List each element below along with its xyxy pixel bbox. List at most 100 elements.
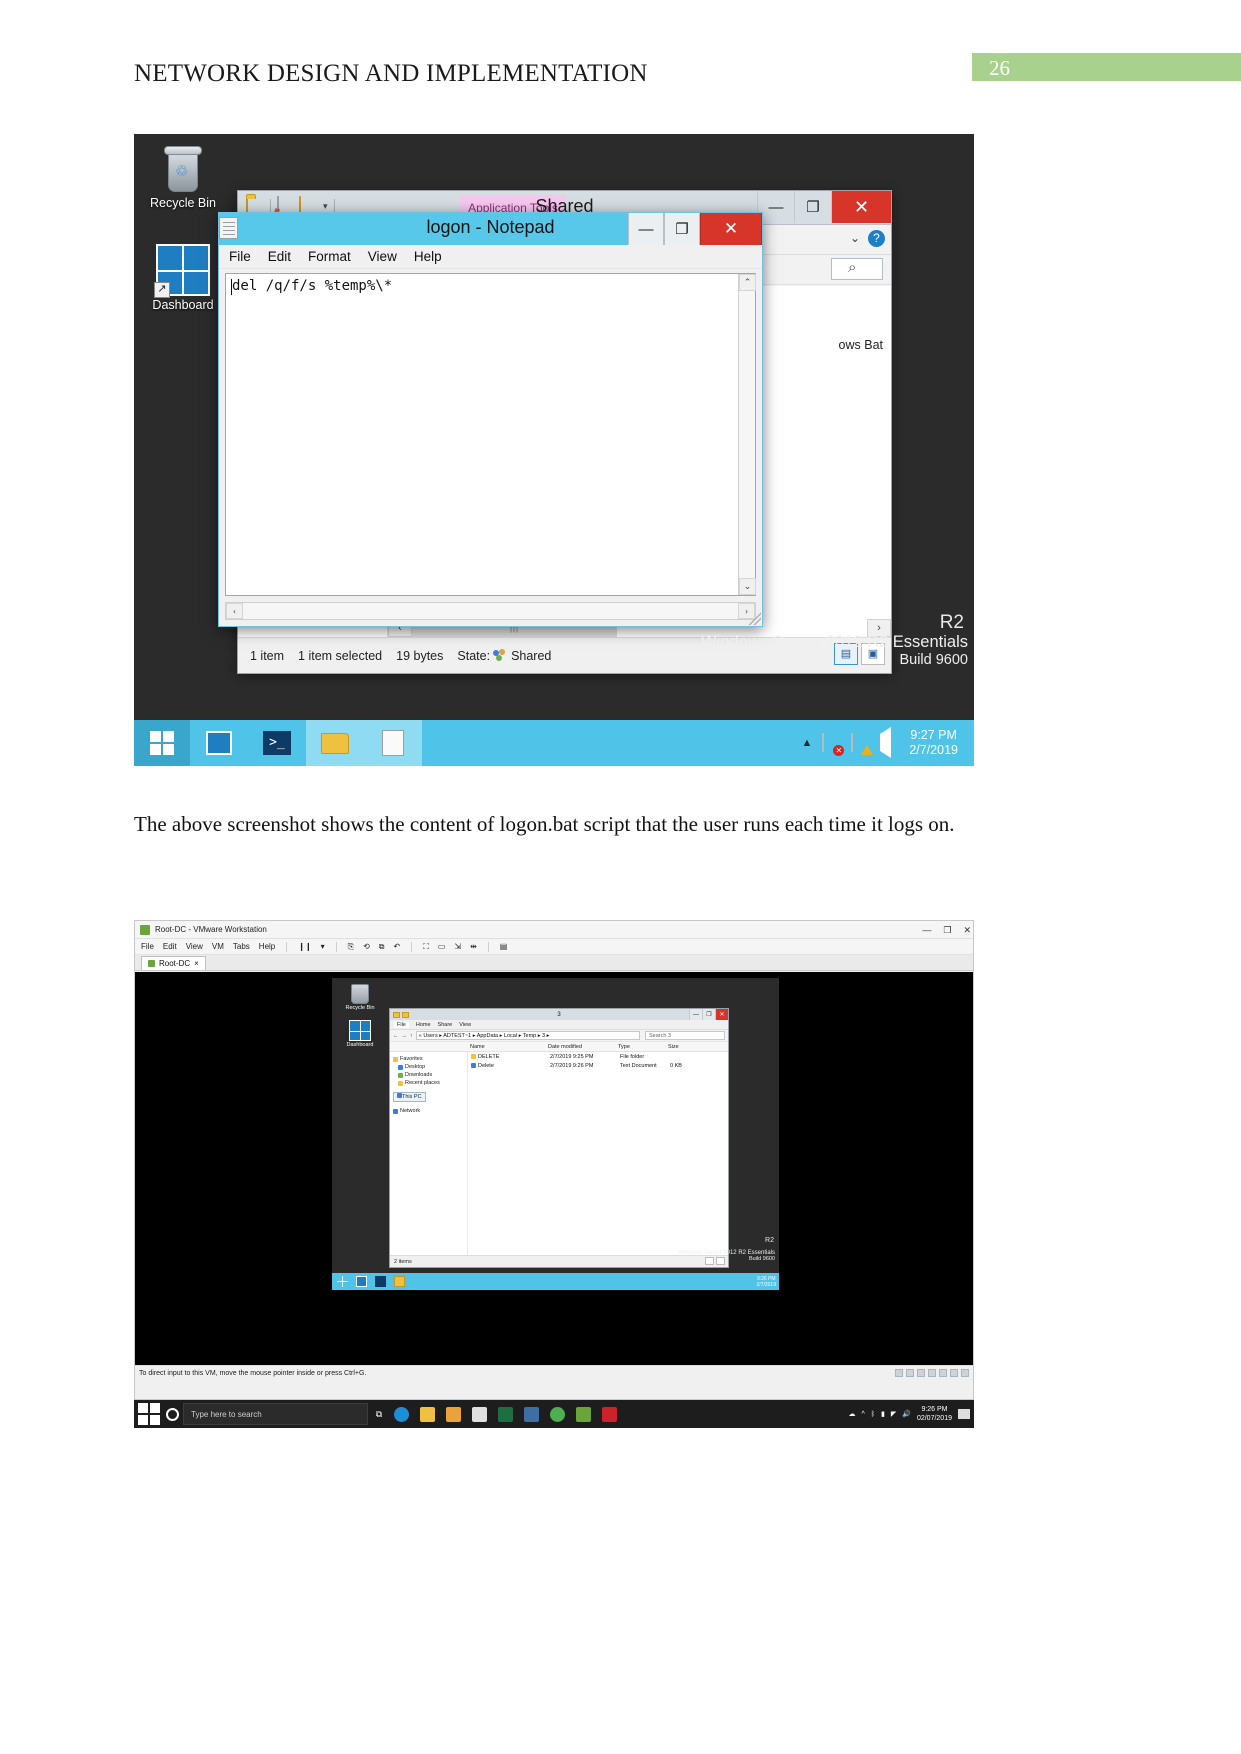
guest-desktop-icon-dashboard[interactable]: Dashboard <box>338 1020 382 1048</box>
menu-help[interactable]: Help <box>259 942 275 951</box>
vmware-menu-bar[interactable]: File Edit View VM Tabs Help ❙❙ ▾ ⎘ ⟲ ⧉ ↶… <box>135 939 973 955</box>
show-hidden-icons-button[interactable]: ^ <box>861 1411 864 1418</box>
desktop-icon-recycle-bin[interactable]: ♲ Recycle Bin <box>140 144 226 210</box>
close-button[interactable]: ✕ <box>963 925 971 936</box>
minimize-button[interactable]: — <box>922 925 931 935</box>
nav-item-this-pc[interactable]: This PC <box>393 1092 467 1102</box>
ribbon-right-controls[interactable]: ⌄ ? <box>850 230 885 247</box>
volume-icon[interactable] <box>880 726 899 758</box>
taskbar-item-file-explorer[interactable] <box>306 720 364 766</box>
notepad-text-area[interactable]: del /q/f/s %temp%\* ⌃ ⌄ <box>225 273 756 596</box>
scroll-up-button[interactable]: ⌃ <box>739 274 756 291</box>
menu-vm[interactable]: VM <box>212 942 224 951</box>
notepad-title-bar[interactable]: logon - Notepad — ❐ ✕ <box>219 213 762 245</box>
menu-view[interactable]: View <box>186 942 203 951</box>
menu-tabs[interactable]: Tabs <box>233 942 250 951</box>
ribbon-tab-share[interactable]: Share <box>438 1022 453 1028</box>
onedrive-icon[interactable]: ☁ <box>848 1410 855 1418</box>
ribbon-tab-home[interactable]: Home <box>416 1022 431 1028</box>
scroll-left-button[interactable]: ‹ <box>226 603 243 619</box>
taskbar-item-calculator[interactable] <box>520 1404 542 1424</box>
nav-item-network[interactable]: Network <box>393 1107 467 1115</box>
guest-taskbar[interactable]: 9:26 PM 2/7/2019 <box>332 1273 779 1290</box>
nav-item-downloads[interactable]: Downloads <box>393 1071 467 1079</box>
start-button[interactable] <box>134 720 190 766</box>
maximize-button[interactable]: ❐ <box>664 213 700 245</box>
start-button[interactable] <box>334 1274 351 1289</box>
network-warning-icon[interactable] <box>851 732 874 755</box>
host-clock[interactable]: 9:26 PM 02/07/2019 <box>917 1405 952 1423</box>
vmware-tab-bar[interactable]: Root-DC × <box>135 955 973 971</box>
fit-guest-icon[interactable]: ⇹ <box>470 942 477 951</box>
notepad-menu-bar[interactable]: File Edit Format View Help <box>219 245 762 269</box>
table-row[interactable]: DELETE 2/7/2019 9:25 PM File folder <box>468 1052 728 1061</box>
column-header-type[interactable]: Type <box>618 1044 668 1050</box>
breadcrumb[interactable]: « Users ▸ ADTEST~1 ▸ AppData ▸ Local ▸ T… <box>415 1031 640 1040</box>
taskbar-item-store[interactable] <box>442 1404 464 1424</box>
menu-edit[interactable]: Edit <box>163 942 177 951</box>
notification-center-icon[interactable] <box>958 1409 970 1419</box>
guest-taskbar-clock[interactable]: 9:26 PM 2/7/2019 <box>757 1276 779 1288</box>
guest-desktop-icon-recycle-bin[interactable]: Recycle Bin <box>338 984 382 1011</box>
taskbar-item-acrobat[interactable] <box>598 1404 620 1424</box>
guest-window-controls[interactable]: — ❐ ✕ <box>689 1009 728 1020</box>
search-input[interactable]: Type here to search <box>183 1403 368 1425</box>
guest-address-bar[interactable]: ← → ↑ « Users ▸ ADTEST~1 ▸ AppData ▸ Loc… <box>390 1030 728 1042</box>
notepad-horizontal-scrollbar[interactable]: ‹ › <box>225 602 756 620</box>
taskbar-item-dashboard[interactable] <box>190 720 248 766</box>
menu-file[interactable]: File <box>141 942 154 951</box>
battery-icon[interactable]: ▮ <box>881 1410 885 1418</box>
ribbon-tab-file[interactable]: File <box>394 1021 409 1028</box>
windows-start-icon[interactable] <box>138 1403 160 1425</box>
chevron-down-icon[interactable]: ⌄ <box>850 231 860 246</box>
revert-icon[interactable]: ⟲ <box>363 942 370 951</box>
close-button[interactable]: ✕ <box>831 191 891 223</box>
ribbon-tab-view[interactable]: View <box>459 1022 471 1028</box>
guest-file-explorer-window[interactable]: 3 — ❐ ✕ File Home Share View ← → ↑ « Use… <box>389 1008 729 1268</box>
maximize-button[interactable]: ❐ <box>943 925 951 936</box>
desktop-icon-dashboard[interactable]: ↗ Dashboard <box>140 244 226 312</box>
vm-device-icons[interactable] <box>895 1369 969 1377</box>
maximize-button[interactable]: ❐ <box>794 191 831 223</box>
guest-ribbon-tabs[interactable]: File Home Share View <box>390 1020 728 1030</box>
pause-icon[interactable]: ❙❙ <box>298 942 311 951</box>
bluetooth-icon[interactable]: ᛒ <box>871 1411 875 1418</box>
vmware-title-bar[interactable]: Root-DC - VMware Workstation — ❐ ✕ <box>135 921 973 939</box>
nav-item-recent-places[interactable]: Recent places <box>393 1079 467 1087</box>
vmware-window-controls[interactable]: — ❐ ✕ <box>922 921 971 939</box>
network-icon[interactable]: ◤ <box>891 1410 896 1418</box>
taskbar-item-vmware[interactable] <box>572 1404 594 1424</box>
tab-close-icon[interactable]: × <box>194 959 199 968</box>
taskbar-item-file-explorer[interactable] <box>416 1404 438 1424</box>
library-icon[interactable]: ▤ <box>500 942 508 951</box>
vm-guest-screen[interactable]: Recycle Bin Dashboard 3 — ❐ ✕ File Home … <box>135 972 973 1365</box>
notepad-vertical-scrollbar[interactable]: ⌃ ⌄ <box>738 274 756 595</box>
guest-navigation-pane[interactable]: Favorites Desktop Downloads Recent place… <box>390 1052 468 1255</box>
column-header-date[interactable]: Date modified <box>548 1044 618 1050</box>
taskbar-item-file-explorer[interactable] <box>391 1274 408 1289</box>
guest-file-list[interactable]: DELETE 2/7/2019 9:25 PM File folder Dele… <box>468 1052 728 1255</box>
taskbar-item-edge[interactable] <box>390 1404 412 1424</box>
guest-search-input[interactable]: Search 3 <box>645 1031 725 1040</box>
guest-explorer-title-bar[interactable]: 3 — ❐ ✕ <box>390 1009 728 1020</box>
close-button[interactable]: ✕ <box>700 213 762 245</box>
taskbar-item-powershell[interactable]: >_ <box>248 720 306 766</box>
guest-column-headers[interactable]: Name Date modified Type Size <box>390 1042 728 1052</box>
unity-icon[interactable]: ▭ <box>438 942 446 951</box>
host-system-tray[interactable]: ☁ ^ ᛒ ▮ ◤ 🔊 9:26 PM 02/07/2019 <box>848 1405 974 1423</box>
taskbar-item-notepad[interactable] <box>364 720 422 766</box>
search-input[interactable] <box>831 258 883 280</box>
nav-item-desktop[interactable]: Desktop <box>393 1063 467 1071</box>
tab-root-dc[interactable]: Root-DC × <box>141 955 206 970</box>
resize-grip-icon[interactable] <box>747 611 761 625</box>
manage-snapshots-icon[interactable]: ⧉ <box>379 942 385 952</box>
help-icon[interactable]: ? <box>868 230 885 247</box>
notepad-window-controls[interactable]: — ❐ ✕ <box>628 213 762 245</box>
flag-error-icon[interactable]: ✕ <box>822 732 845 756</box>
minimize-button[interactable]: — <box>689 1009 702 1020</box>
guest-taskbar[interactable]: >_ ▲ ✕ 9:27 PM 2/7/2019 <box>134 720 974 766</box>
menu-edit[interactable]: Edit <box>268 249 291 264</box>
system-tray[interactable]: ▲ ✕ 9:27 PM 2/7/2019 <box>801 726 974 758</box>
chevron-down-icon[interactable]: ▾ <box>321 942 325 951</box>
notepad-window[interactable]: logon - Notepad — ❐ ✕ File Edit Format V… <box>218 212 763 627</box>
